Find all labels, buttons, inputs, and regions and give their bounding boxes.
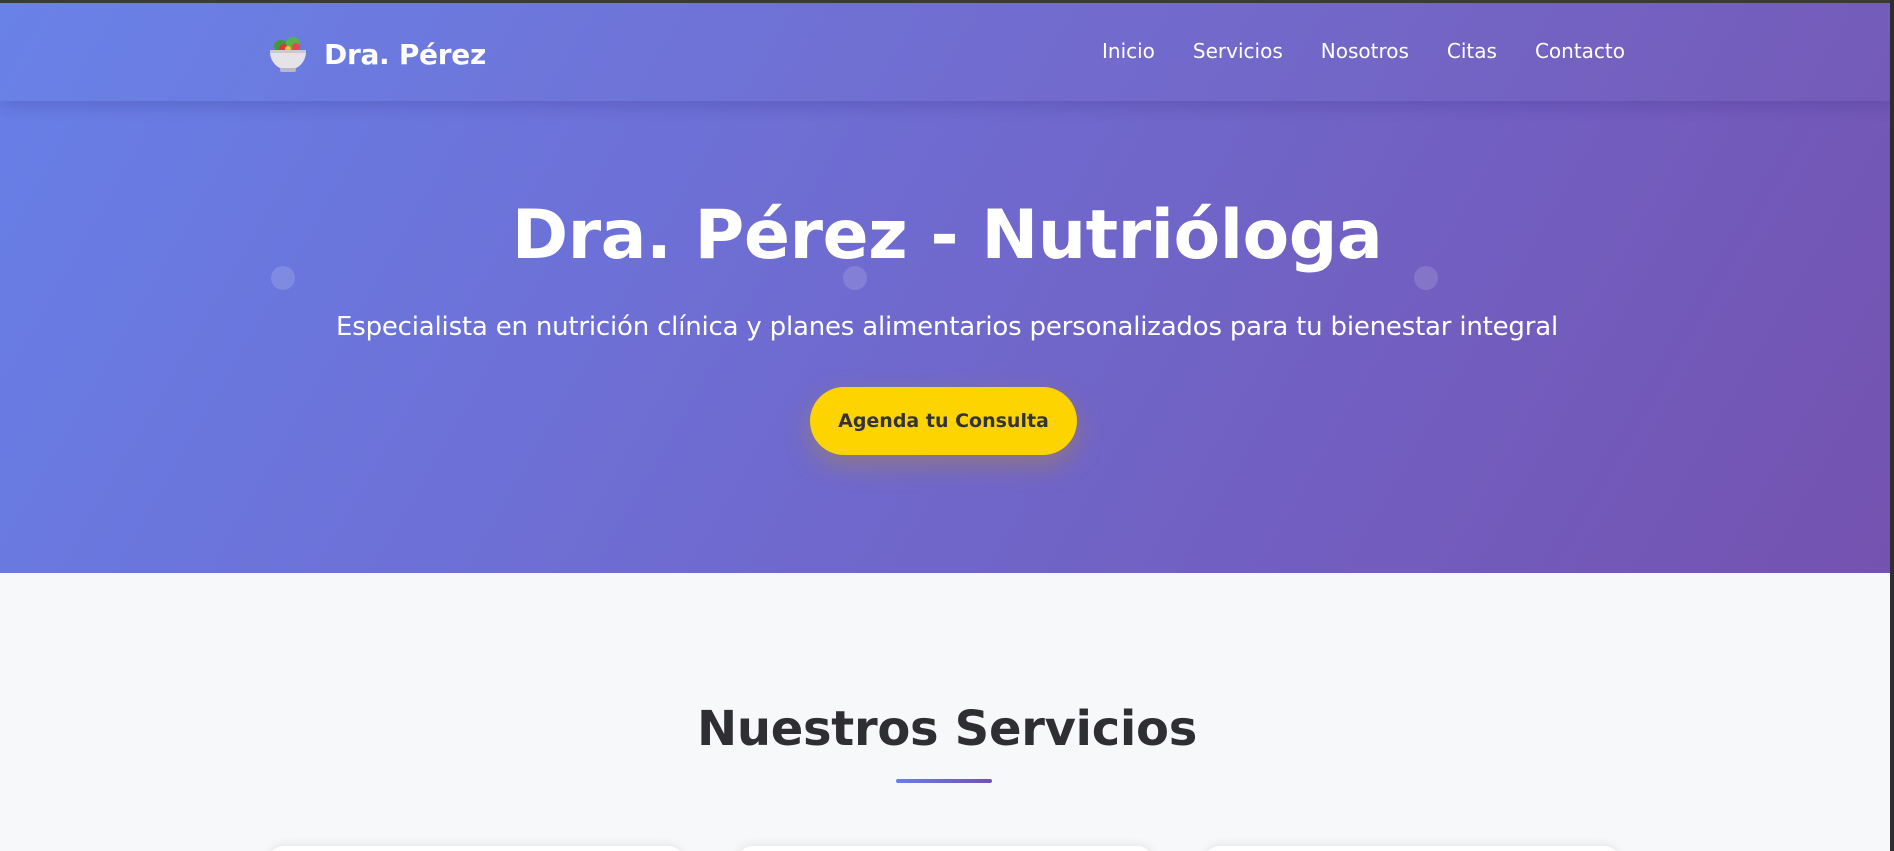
page: Dra. Pérez Inicio Servicios Nosotros Cit… — [0, 0, 1894, 851]
book-consultation-button[interactable]: Agenda tu Consulta — [810, 387, 1077, 455]
hero-title: Dra. Pérez - Nutrióloga — [511, 196, 1383, 275]
window-top-border — [0, 0, 1894, 3]
nav-links: Inicio Servicios Nosotros Citas Contacto — [1102, 39, 1625, 63]
hero-section: Dra. Pérez Inicio Servicios Nosotros Cit… — [0, 0, 1894, 573]
services-title: Nuestros Servicios — [697, 701, 1197, 757]
nav-link-servicios[interactable]: Servicios — [1193, 39, 1283, 63]
nav-link-nosotros[interactable]: Nosotros — [1321, 39, 1409, 63]
service-card[interactable] — [268, 846, 684, 851]
nav-link-inicio[interactable]: Inicio — [1102, 39, 1155, 63]
salad-bowl-icon — [268, 34, 308, 74]
brand-logo-link[interactable]: Dra. Pérez — [268, 33, 486, 75]
title-underline — [896, 779, 992, 783]
hero-subtitle: Especialista en nutrición clínica y plan… — [336, 312, 1558, 342]
service-card[interactable] — [1204, 846, 1620, 851]
window-right-border — [1890, 0, 1894, 851]
navbar: Dra. Pérez Inicio Servicios Nosotros Cit… — [0, 3, 1894, 101]
nav-link-contacto[interactable]: Contacto — [1535, 39, 1625, 63]
brand-name: Dra. Pérez — [324, 37, 486, 71]
nav-link-citas[interactable]: Citas — [1447, 39, 1497, 63]
service-card[interactable] — [737, 846, 1153, 851]
